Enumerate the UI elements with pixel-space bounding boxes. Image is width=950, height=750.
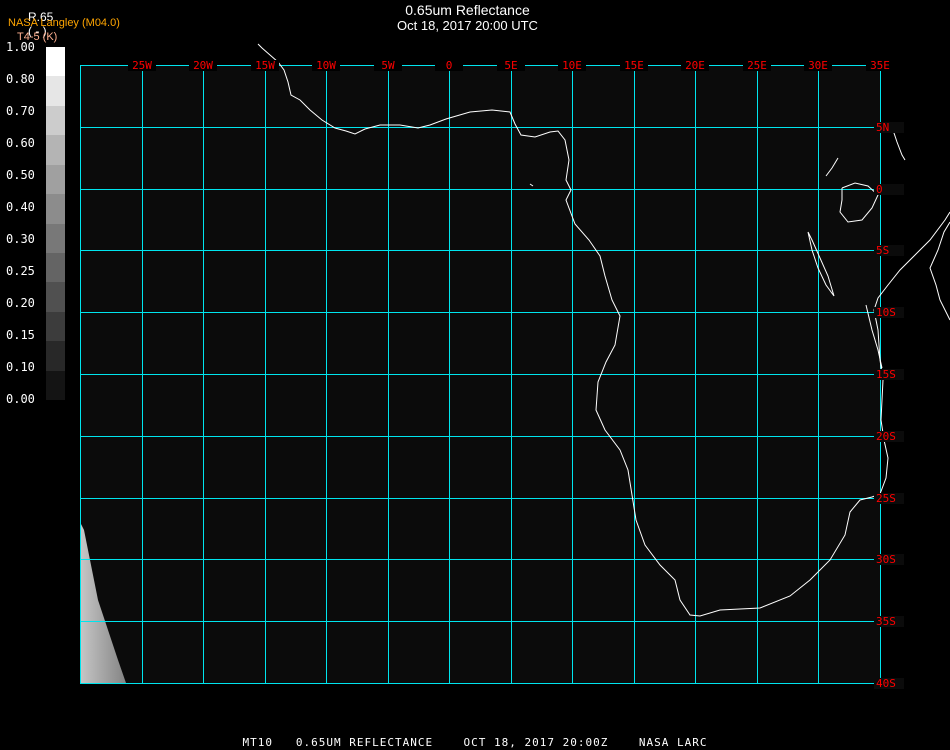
colorbar-label: 0.30 xyxy=(6,232,35,246)
grid-label: 30E xyxy=(808,59,828,72)
grid-label: 15E xyxy=(624,59,644,72)
colorbar-swatch xyxy=(46,282,65,312)
map-timestamp: Oct 18, 2017 20:00 UTC xyxy=(397,18,538,33)
colorbar xyxy=(46,47,65,401)
grid-label: 10E xyxy=(562,59,582,72)
colorbar-swatch xyxy=(46,105,65,136)
grid-label: 15S xyxy=(876,368,896,381)
colorbar-label: 0.50 xyxy=(6,168,35,182)
grid-label: 40S xyxy=(876,677,896,690)
grid-label: 20E xyxy=(685,59,705,72)
grid-label: 5W xyxy=(381,59,395,72)
colorbar-label: 0.40 xyxy=(6,200,35,214)
colorbar-label: 0.00 xyxy=(6,392,35,406)
colorbar-label: 0.80 xyxy=(6,72,35,86)
legend-producer: NASA Langley (M04.0) xyxy=(8,17,120,29)
grid-label: 10S xyxy=(876,306,896,319)
grid-label: 35E xyxy=(870,59,890,72)
colorbar-label: 1.00 xyxy=(6,40,35,54)
colorbar-label: 0.15 xyxy=(6,328,35,342)
grid-label: 5E xyxy=(504,59,517,72)
colorbar-swatch xyxy=(46,164,65,195)
grid-label: 25W xyxy=(132,59,152,72)
colorbar-swatch xyxy=(46,223,65,253)
grid-label: 0 xyxy=(876,183,883,196)
grid-label: 25E xyxy=(747,59,767,72)
map-title: 0.65um Reflectance xyxy=(405,2,530,18)
grid-label: 5N xyxy=(876,121,889,134)
colorbar-label: 0.60 xyxy=(6,136,35,150)
colorbar-swatch xyxy=(46,370,65,401)
colorbar-swatch xyxy=(46,76,65,106)
footer-caption: MT10 0.65UM REFLECTANCE OCT 18, 2017 20:… xyxy=(242,736,708,749)
grid-label: 20S xyxy=(876,430,896,443)
grid-label: 0 xyxy=(446,59,453,72)
satellite-map: 5N 0 5S 10S 15S 20S 25S 30S 35S 40S 25W 20W 15W 10W 5… xyxy=(80,43,950,690)
colorbar-swatch xyxy=(46,194,65,224)
colorbar-swatch xyxy=(46,135,65,165)
colorbar-label: 0.10 xyxy=(6,360,35,374)
grid-label: 35S xyxy=(876,615,896,628)
colorbar-swatch xyxy=(46,341,65,371)
colorbar-label: 0.25 xyxy=(6,264,35,278)
grid-label: 30S xyxy=(876,553,896,566)
grid-label: 15W xyxy=(255,59,275,72)
colorbar-swatch xyxy=(46,311,65,342)
grid-label: 25S xyxy=(876,492,896,505)
colorbar-label: 0.20 xyxy=(6,296,35,310)
grid-label: 10W xyxy=(316,59,336,72)
colorbar-swatch xyxy=(46,47,65,77)
grid-label: 5S xyxy=(876,244,889,257)
grid-label: 20W xyxy=(193,59,213,72)
lake-turkana xyxy=(892,129,906,161)
colorbar-swatch xyxy=(46,252,65,283)
colorbar-label: 0.70 xyxy=(6,104,35,118)
